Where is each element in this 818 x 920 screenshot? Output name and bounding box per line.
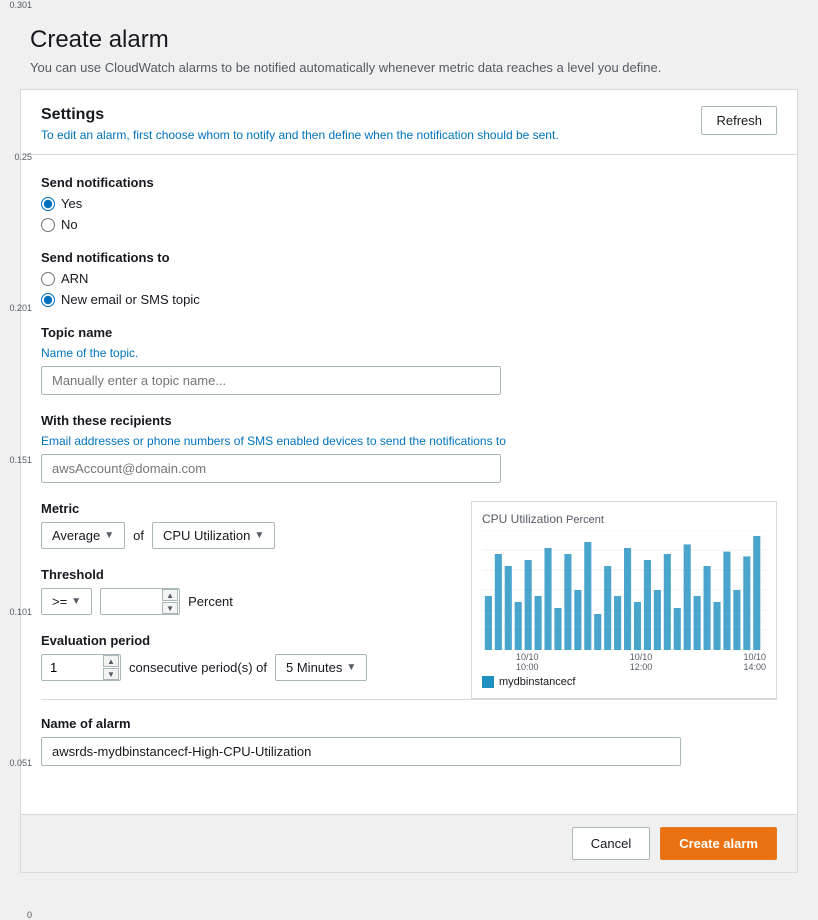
legend-color-box: [482, 676, 494, 688]
recipients-sublabel: Email addresses or phone numbers of SMS …: [41, 434, 777, 448]
radio-no[interactable]: No: [41, 217, 777, 232]
consecutive-label: consecutive period(s) of: [129, 660, 267, 675]
metric-select[interactable]: CPU Utilization ▼: [152, 522, 275, 549]
aggregate-value: Average: [52, 528, 100, 543]
chart-container: CPU Utilization Percent 0.301 0.25 0.201…: [471, 501, 777, 699]
settings-card: Settings To edit an alarm, first choose …: [20, 89, 798, 873]
create-alarm-button[interactable]: Create alarm: [660, 827, 777, 860]
radio-yes[interactable]: Yes: [41, 196, 777, 211]
send-notifications-section: Send notifications Yes No: [41, 175, 777, 232]
page-title: Create alarm: [10, 10, 808, 54]
radio-arn[interactable]: ARN: [41, 271, 777, 286]
metric-chart-row: Metric Average ▼ of CPU Utilization ▼: [41, 501, 777, 699]
radio-no-label: No: [61, 217, 78, 232]
y-axis-labels: 0.301 0.25 0.201 0.151 0.101 0.051 0: [0, 0, 32, 920]
send-notifications-to-radio-group: ARN New email or SMS topic: [41, 271, 777, 307]
alarm-name-section: Name of alarm: [41, 716, 777, 766]
card-header-left: Settings To edit an alarm, first choose …: [41, 106, 559, 142]
settings-heading: Settings: [41, 106, 559, 124]
recipients-section: With these recipients Email addresses or…: [41, 413, 777, 483]
card-body: Send notifications Yes No Send notificat…: [21, 155, 797, 804]
radio-yes-label: Yes: [61, 196, 82, 211]
threshold-operator-arrow-icon: ▼: [71, 596, 81, 607]
divider: [41, 699, 777, 700]
threshold-operator-value: >=: [52, 594, 67, 609]
settings-description: To edit an alarm, first choose whom to n…: [41, 128, 559, 142]
metric-of-label: of: [133, 528, 144, 543]
eval-value-wrapper: ▲ ▼: [41, 654, 121, 681]
metric-left: Metric Average ▼ of CPU Utilization ▼: [41, 501, 441, 699]
recipients-label: With these recipients: [41, 413, 777, 428]
metric-label: Metric: [41, 501, 441, 516]
legend-label: mydbinstancecf: [499, 676, 575, 688]
chart-section: CPU Utilization Percent 0.301 0.25 0.201…: [471, 501, 777, 699]
cancel-button[interactable]: Cancel: [572, 827, 650, 860]
threshold-unit-label: Percent: [188, 594, 233, 609]
radio-arn-label: ARN: [61, 271, 88, 286]
threshold-up-btn[interactable]: ▲: [162, 589, 178, 601]
chart-area-wrapper: 0.301 0.25 0.201 0.151 0.101 0.051 0: [482, 530, 766, 650]
recipients-input[interactable]: [41, 454, 501, 483]
topic-name-input[interactable]: [41, 366, 501, 395]
threshold-down-btn[interactable]: ▼: [162, 602, 178, 614]
topic-name-section: Topic name Name of the topic.: [41, 325, 777, 395]
eval-period-section: Evaluation period ▲ ▼ consecutive period…: [41, 633, 441, 681]
threshold-row: >= ▼ ▲ ▼ Percent: [41, 588, 441, 615]
metric-select-group: Average ▼ of CPU Utilization ▼: [41, 522, 441, 549]
threshold-section: Threshold >= ▼ ▲ ▼: [41, 567, 441, 615]
radio-new-email-sms[interactable]: New email or SMS topic: [41, 292, 777, 307]
eval-period-label: Evaluation period: [41, 633, 441, 648]
chart-svg-wrapper: [482, 530, 766, 650]
topic-name-label: Topic name: [41, 325, 777, 340]
send-notifications-to-section: Send notifications to ARN New email or S…: [41, 250, 777, 307]
x-axis-labels: 10/10 10:00 10/10 12:00 10/10 14:00: [482, 652, 766, 672]
chart-legend: mydbinstancecf: [482, 676, 766, 688]
refresh-button[interactable]: Refresh: [701, 106, 777, 135]
send-notifications-to-label: Send notifications to: [41, 250, 777, 265]
metric-arrow-icon: ▼: [254, 530, 264, 541]
chart-svg: [482, 530, 766, 650]
topic-name-sublabel: Name of the topic.: [41, 346, 777, 360]
threshold-label: Threshold: [41, 567, 441, 582]
eval-up-btn[interactable]: ▲: [103, 655, 119, 667]
radio-yes-input[interactable]: [41, 197, 55, 211]
metric-section: Metric Average ▼ of CPU Utilization ▼: [41, 501, 441, 549]
eval-spinner: ▲ ▼: [103, 655, 119, 680]
alarm-name-input[interactable]: [41, 737, 681, 766]
eval-row: ▲ ▼ consecutive period(s) of 5 Minutes ▼: [41, 654, 441, 681]
alarm-name-label: Name of alarm: [41, 716, 777, 731]
metric-value: CPU Utilization: [163, 528, 250, 543]
threshold-value-wrapper: ▲ ▼: [100, 588, 180, 615]
radio-arn-input[interactable]: [41, 272, 55, 286]
page-subtitle: You can use CloudWatch alarms to be noti…: [10, 60, 808, 75]
send-notifications-label: Send notifications: [41, 175, 777, 190]
eval-down-btn[interactable]: ▼: [103, 668, 119, 680]
page-container: Create alarm You can use CloudWatch alar…: [10, 10, 808, 873]
card-footer: Cancel Create alarm: [21, 814, 797, 872]
radio-no-input[interactable]: [41, 218, 55, 232]
send-notifications-radio-group: Yes No: [41, 196, 777, 232]
period-select[interactable]: 5 Minutes ▼: [275, 654, 367, 681]
radio-new-email-sms-input[interactable]: [41, 293, 55, 307]
period-arrow-icon: ▼: [346, 662, 356, 673]
period-value: 5 Minutes: [286, 660, 342, 675]
aggregate-select[interactable]: Average ▼: [41, 522, 125, 549]
threshold-operator-select[interactable]: >= ▼: [41, 588, 92, 615]
radio-new-email-sms-label: New email or SMS topic: [61, 292, 200, 307]
threshold-spinner: ▲ ▼: [162, 589, 178, 614]
card-header: Settings To edit an alarm, first choose …: [21, 90, 797, 155]
aggregate-arrow-icon: ▼: [104, 530, 114, 541]
chart-title: CPU Utilization Percent: [482, 512, 766, 526]
